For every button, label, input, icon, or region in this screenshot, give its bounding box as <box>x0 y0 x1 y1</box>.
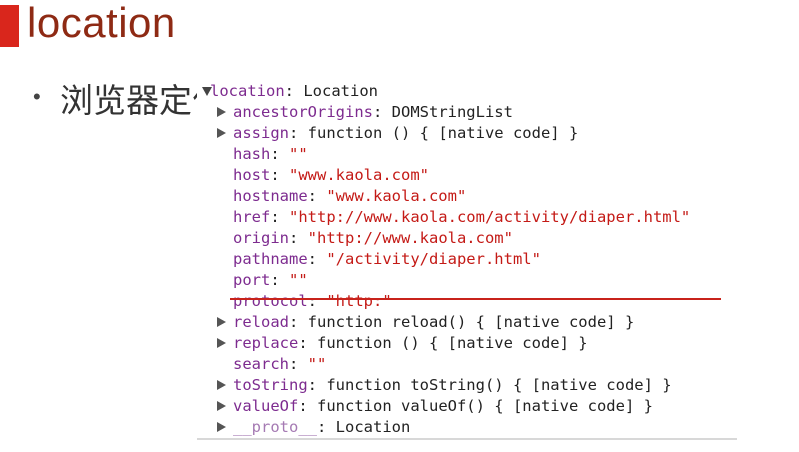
root-key: location <box>210 82 285 100</box>
property-value: Location <box>335 418 411 436</box>
slide-title: location <box>27 0 176 46</box>
property-value: "" <box>307 355 327 373</box>
property-row-replace[interactable]: replace: function () { [native code] } <box>217 333 588 354</box>
property-key: valueOf <box>233 397 299 415</box>
property-value: function valueOf() { [native code] } <box>317 397 653 415</box>
property-value: "http://www.kaola.com" <box>307 229 513 247</box>
property-value: "" <box>289 145 308 163</box>
property-key: origin <box>233 229 289 247</box>
property-separator: : <box>298 334 317 352</box>
property-key: hash <box>233 145 271 163</box>
property-row-toString[interactable]: toString: function toString() { [native … <box>217 375 672 396</box>
property-row-search: search: "" <box>233 354 326 375</box>
property-key: protocol <box>233 292 308 310</box>
property-row-href: href: "http://www.kaola.com/activity/dia… <box>233 207 690 228</box>
bullet-dot: • <box>33 84 41 109</box>
property-separator: : <box>270 166 289 184</box>
property-separator: : <box>270 271 289 289</box>
href-highlight-underline <box>230 298 721 300</box>
property-key: assign <box>233 124 289 142</box>
property-value: "/activity/diaper.html" <box>326 250 541 268</box>
root-type: Location <box>303 82 378 100</box>
property-value: "" <box>289 271 308 289</box>
property-value: DOMStringList <box>391 103 513 121</box>
property-row-valueOf[interactable]: valueOf: function valueOf() { [native co… <box>217 396 653 417</box>
title-accent-bar <box>0 5 19 47</box>
property-value: function reload() { [native code] } <box>307 313 635 331</box>
property-separator: : <box>289 124 308 142</box>
property-value: "http:" <box>326 292 392 310</box>
property-key: replace <box>233 334 299 352</box>
expand-triangle-icon[interactable] <box>217 107 226 117</box>
property-separator: : <box>307 187 327 205</box>
property-separator: : <box>289 229 308 247</box>
property-separator: : <box>307 376 327 394</box>
property-separator: : <box>289 313 308 331</box>
property-row-pathname: pathname: "/activity/diaper.html" <box>233 249 541 270</box>
property-value: "www.kaola.com" <box>289 166 429 184</box>
property-key: hostname <box>233 187 308 205</box>
property-key: __proto__ <box>233 418 317 436</box>
property-key: port <box>233 271 271 289</box>
property-separator: : <box>307 292 327 310</box>
expand-triangle-icon[interactable] <box>217 338 226 348</box>
property-separator: : <box>307 250 327 268</box>
property-value: "http://www.kaola.com/activity/diaper.ht… <box>289 208 691 226</box>
property-row-port: port: "" <box>233 270 308 291</box>
expand-triangle-icon[interactable] <box>217 401 226 411</box>
property-row-reload[interactable]: reload: function reload() { [native code… <box>217 312 635 333</box>
property-key: pathname <box>233 250 308 268</box>
property-key: toString <box>233 376 308 394</box>
property-row-hostname: hostname: "www.kaola.com" <box>233 186 466 207</box>
property-row-ancestorOrigins[interactable]: ancestorOrigins: DOMStringList <box>217 102 513 123</box>
property-row-host: host: "www.kaola.com" <box>233 165 429 186</box>
property-separator: : <box>298 397 317 415</box>
property-separator: : <box>270 145 289 163</box>
location-root-row[interactable]: location: Location <box>202 81 378 102</box>
collapse-triangle-icon[interactable] <box>202 87 212 96</box>
expand-triangle-icon[interactable] <box>217 380 226 390</box>
property-row-assign[interactable]: assign: function () { [native code] } <box>217 123 579 144</box>
property-row-protocol: protocol: "http:" <box>233 291 392 312</box>
root-separator: : <box>284 82 304 100</box>
property-value: function () { [native code] } <box>307 124 579 142</box>
property-key: href <box>233 208 271 226</box>
expand-triangle-icon[interactable] <box>217 128 226 138</box>
property-value: function () { [native code] } <box>317 334 588 352</box>
property-value: function toString() { [native code] } <box>326 376 672 394</box>
property-separator: : <box>270 208 289 226</box>
property-key: search <box>233 355 289 373</box>
property-key: ancestorOrigins <box>233 103 373 121</box>
property-row-proto[interactable]: __proto__: Location <box>217 417 411 438</box>
property-key: reload <box>233 313 289 331</box>
property-value: "www.kaola.com" <box>326 187 467 205</box>
devtools-console-object: location: Location ancestorOrigins: DOMS… <box>197 74 737 440</box>
expand-triangle-icon[interactable] <box>217 422 226 432</box>
property-row-origin: origin: "http://www.kaola.com" <box>233 228 513 249</box>
property-key: host <box>233 166 271 184</box>
property-separator: : <box>289 355 308 373</box>
property-row-hash: hash: "" <box>233 144 308 165</box>
property-separator: : <box>317 418 336 436</box>
expand-triangle-icon[interactable] <box>217 317 226 327</box>
property-separator: : <box>372 103 392 121</box>
